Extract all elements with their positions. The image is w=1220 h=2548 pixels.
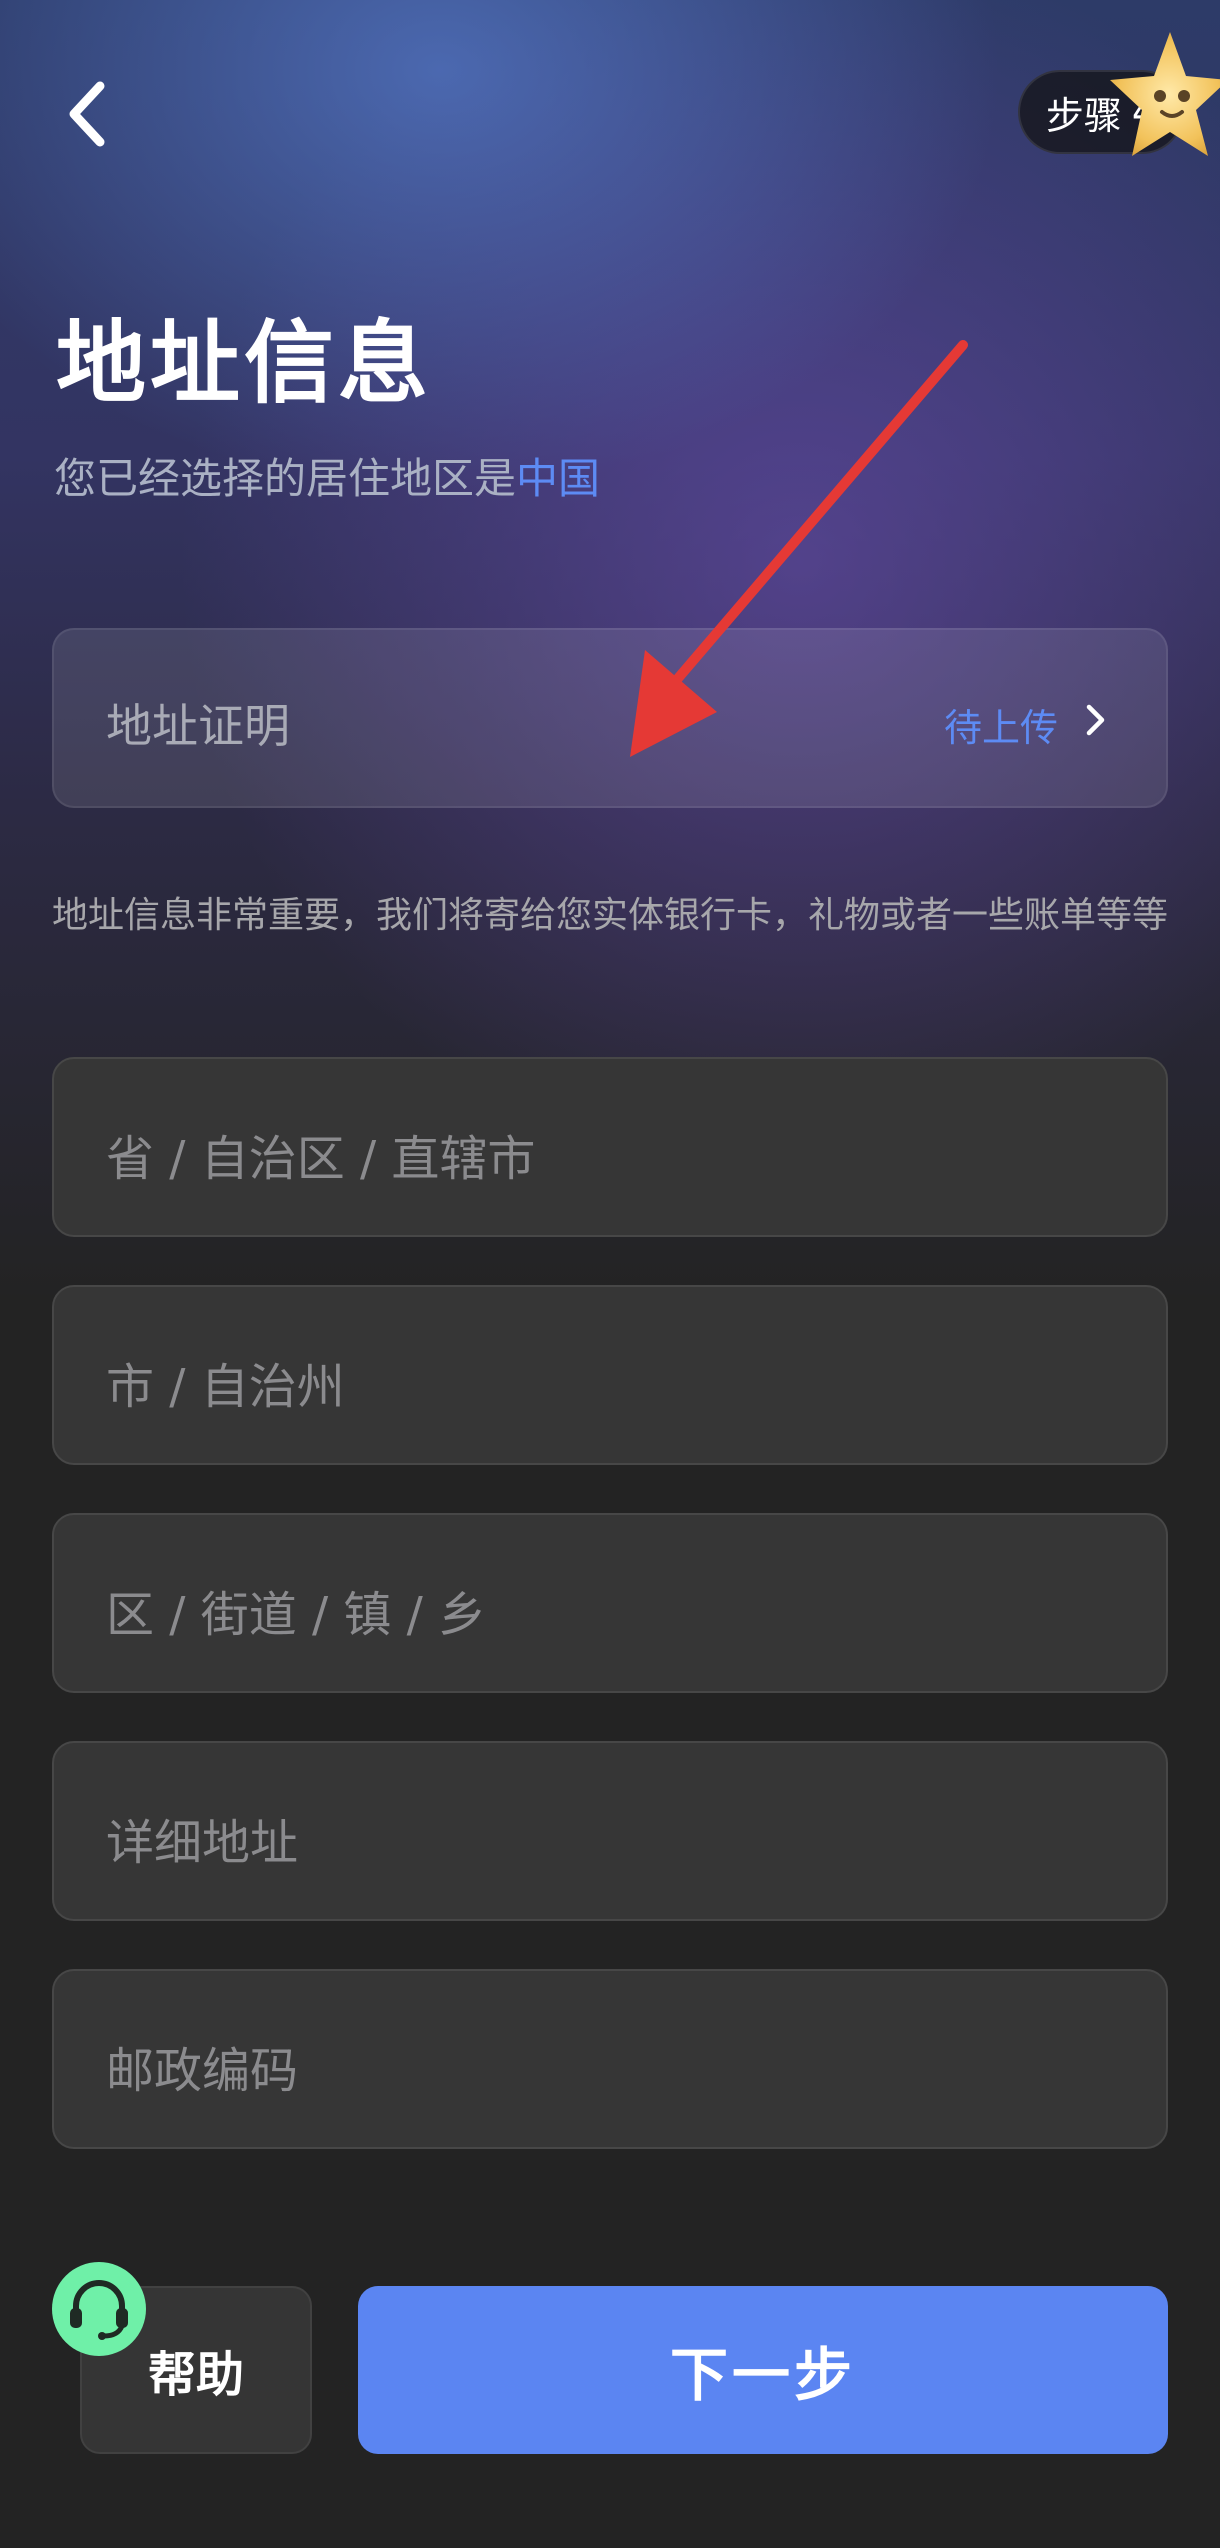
- page-title: 地址信息: [56, 311, 432, 416]
- address-proof-row[interactable]: 地址证明 待上传: [52, 628, 1168, 808]
- province-placeholder: 省 / 自治区 / 直辖市: [106, 1131, 536, 1187]
- city-field[interactable]: 市 / 自治州: [52, 1285, 1168, 1465]
- province-field[interactable]: 省 / 自治区 / 直辖市: [52, 1057, 1168, 1237]
- upload-status: 待上传: [943, 706, 1058, 750]
- selected-country: 中国: [516, 454, 601, 503]
- back-button[interactable]: [56, 74, 120, 154]
- postal-code-placeholder: 邮政编码: [106, 2043, 299, 2099]
- next-step-label: 下一步: [669, 2341, 856, 2409]
- address-proof-label: 地址证明: [106, 699, 290, 753]
- district-placeholder: 区 / 街道 / 镇 / 乡: [106, 1587, 487, 1643]
- detail-address-placeholder: 详细地址: [106, 1815, 299, 1871]
- city-placeholder: 市 / 自治州: [106, 1359, 345, 1415]
- subtitle-text: 您已经选择的居住地区是: [54, 454, 517, 503]
- next-step-button[interactable]: 下一步: [358, 2286, 1168, 2454]
- star-mascot-icon: [1110, 32, 1220, 156]
- page-subtitle: 您已经选择的居住地区是中国: [54, 445, 600, 506]
- postal-code-field[interactable]: 邮政编码: [52, 1969, 1168, 2149]
- headset-icon[interactable]: [52, 2262, 146, 2356]
- address-notice: 地址信息非常重要，我们将寄给您实体银行卡，礼物或者一些账单等等: [52, 895, 1169, 936]
- chevron-left-icon: [69, 81, 105, 147]
- help-button-label: 帮助: [147, 2347, 244, 2403]
- chevron-right-icon: [1086, 704, 1105, 736]
- district-field[interactable]: 区 / 街道 / 镇 / 乡: [52, 1513, 1168, 1693]
- detail-address-field[interactable]: 详细地址: [52, 1741, 1168, 1921]
